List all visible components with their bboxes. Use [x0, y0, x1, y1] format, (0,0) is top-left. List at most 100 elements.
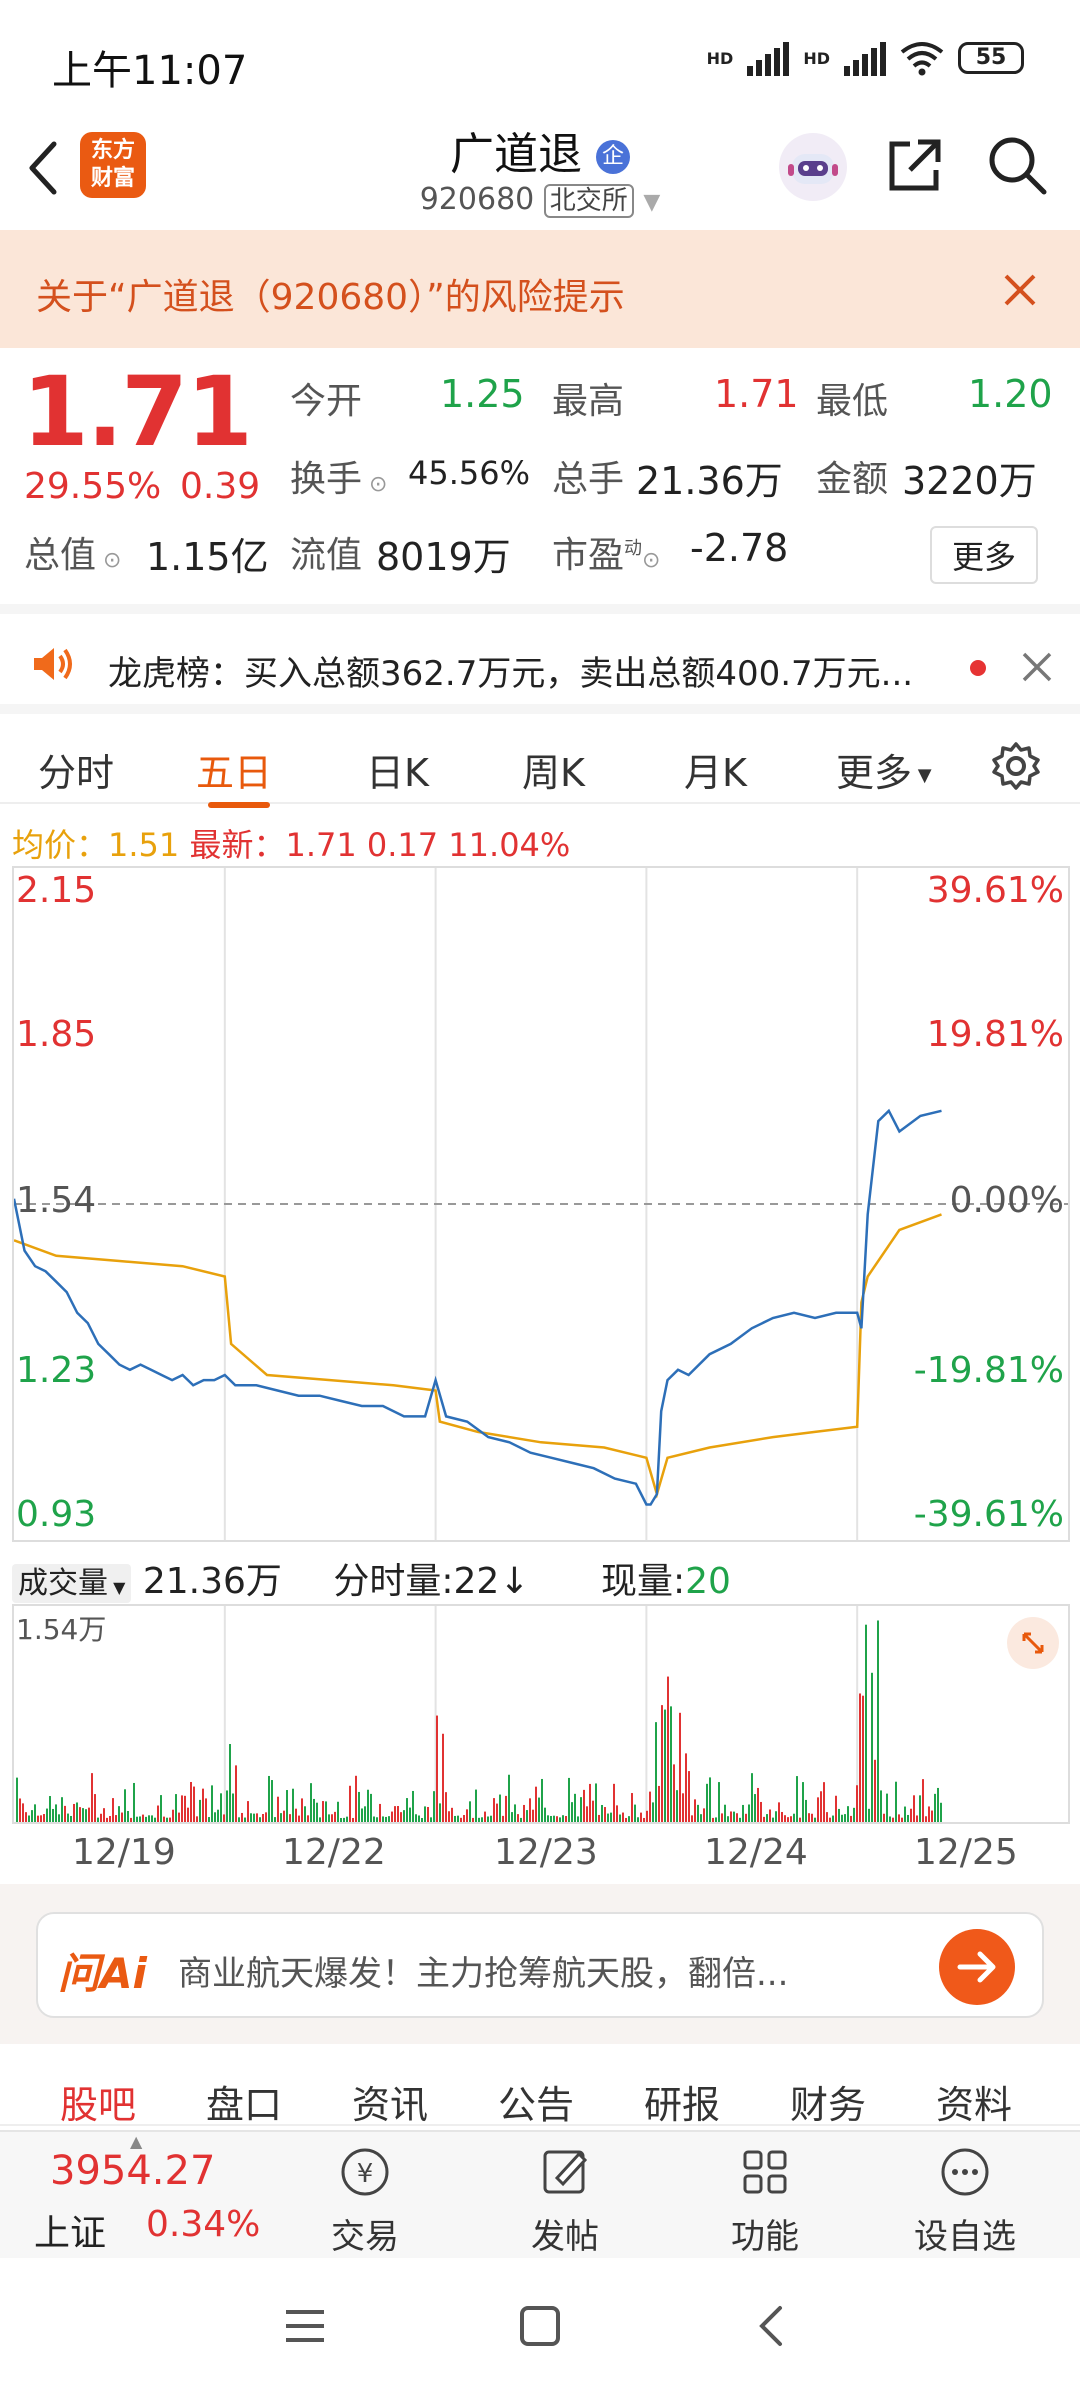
- volume-bar: [838, 1808, 840, 1822]
- tab-daily-k[interactable]: 日K: [366, 742, 429, 797]
- share-icon[interactable]: [884, 134, 946, 196]
- tab-five-day[interactable]: 五日: [196, 742, 272, 797]
- volume-bar: [187, 1807, 189, 1822]
- home-icon[interactable]: [516, 2302, 564, 2350]
- volume-bar: [196, 1816, 198, 1822]
- volume-bar: [790, 1816, 792, 1822]
- volume-bar: [940, 1802, 942, 1822]
- volume-bar: [259, 1817, 261, 1822]
- volume-bar: [136, 1816, 138, 1822]
- volume-bar: [739, 1817, 741, 1822]
- info-icon[interactable]: ⊙: [642, 548, 660, 573]
- volume-bar: [217, 1809, 219, 1822]
- volume-bar: [928, 1806, 930, 1822]
- volume-bar: [487, 1816, 489, 1822]
- tab-weekly-k[interactable]: 周K: [522, 742, 585, 797]
- menu-icon[interactable]: [282, 2306, 328, 2346]
- more-button[interactable]: 更多: [930, 526, 1039, 584]
- info-icon[interactable]: ⊙: [96, 548, 121, 573]
- volume-bar: [568, 1777, 570, 1822]
- latest-change-pct: 11.04%: [448, 826, 571, 864]
- volume-bar: [490, 1815, 492, 1822]
- volume-bar: [625, 1817, 627, 1822]
- subtab-research[interactable]: 研报: [644, 2074, 720, 2129]
- tick-volume-label: 分时量:: [333, 1561, 454, 1602]
- tab-monthly-k[interactable]: 月K: [684, 742, 747, 797]
- change-value: 0.39: [180, 466, 261, 507]
- five-day-price-chart[interactable]: 2.15 1.85 1.54 1.23 0.93 39.61% 19.81% 0…: [12, 866, 1070, 1542]
- volume-bar: [61, 1797, 63, 1822]
- subtab-finance[interactable]: 财务: [790, 2074, 866, 2129]
- volume-total: 21.36万: [142, 1561, 282, 1602]
- last-price: 1.71: [22, 356, 253, 468]
- settings-gear-icon[interactable]: [990, 740, 1042, 792]
- volume-bar: [94, 1794, 96, 1822]
- volume-bar: [427, 1806, 429, 1822]
- wifi-icon: [900, 42, 944, 76]
- volume-bar: [727, 1816, 729, 1822]
- volume-bar: [529, 1798, 531, 1822]
- nav-trade[interactable]: ¥ 交易: [290, 2144, 440, 2258]
- volume-bar: [916, 1815, 918, 1822]
- subtab-guba[interactable]: 股吧: [60, 2074, 136, 2129]
- back-nav-icon[interactable]: [752, 2302, 792, 2350]
- nav-add-watchlist[interactable]: 设自选: [890, 2144, 1040, 2258]
- volume-bar: [673, 1764, 675, 1822]
- subtab-news[interactable]: 资讯: [352, 2074, 428, 2129]
- volume-bar: [550, 1815, 552, 1822]
- pe-dynamic-sup: 动: [624, 538, 643, 559]
- robot-assistant-icon[interactable]: [776, 130, 850, 204]
- volume-bar: [430, 1817, 432, 1822]
- volume-bar: [472, 1817, 474, 1822]
- nav-functions[interactable]: 功能: [690, 2144, 840, 2258]
- volume-bar: [751, 1773, 753, 1822]
- volume-bar: [46, 1808, 48, 1822]
- search-icon[interactable]: [984, 132, 1050, 198]
- volume-bar: [601, 1804, 603, 1822]
- ai-brand-logo: 问Ai: [58, 1949, 147, 1998]
- volume-bar: [319, 1817, 321, 1822]
- volume-bar: [742, 1804, 744, 1822]
- x-tick-label: 12/23: [494, 1832, 598, 1873]
- x-tick-label: 12/24: [704, 1832, 808, 1873]
- volume-bar: [766, 1814, 768, 1822]
- tab-more[interactable]: 更多 ▼: [836, 742, 932, 797]
- info-icon[interactable]: ⊙: [362, 472, 387, 497]
- y-tick-left: 1.23: [16, 1350, 97, 1391]
- y-tick-left: 0.93: [16, 1494, 97, 1535]
- volume-bar: [709, 1777, 711, 1822]
- volume-bar: [553, 1815, 555, 1822]
- dragon-tiger-notice[interactable]: 龙虎榜：买入总额362.7万元，卖出总额400.7万元...: [0, 604, 1080, 704]
- volume-bar: [718, 1782, 720, 1822]
- tab-intraday[interactable]: 分时: [38, 742, 114, 797]
- volume-bar: [670, 1706, 672, 1822]
- volume-bar: [109, 1816, 111, 1822]
- arrow-right-icon[interactable]: [938, 1928, 1016, 2006]
- volume-chart[interactable]: 1.54万: [12, 1604, 1070, 1824]
- volume-bar: [508, 1774, 510, 1822]
- volume-bar: [166, 1817, 168, 1822]
- subtab-announcements[interactable]: 公告: [498, 2074, 574, 2129]
- volume-bar: [592, 1800, 594, 1822]
- subtab-profile[interactable]: 资料: [936, 2074, 1012, 2129]
- risk-warning-bar[interactable]: 关于“广道退（920680）”的风险提示: [0, 230, 1080, 348]
- volume-bar: [565, 1815, 567, 1822]
- volume-bar: [481, 1817, 483, 1822]
- nav-post[interactable]: 发帖: [490, 2144, 640, 2258]
- volume-bar: [454, 1815, 456, 1822]
- volume-bar: [433, 1791, 435, 1822]
- unread-dot: [970, 660, 986, 676]
- subtab-order-book[interactable]: 盘口: [206, 2074, 282, 2129]
- volume-bar: [499, 1794, 501, 1822]
- close-icon[interactable]: [1020, 650, 1054, 684]
- volume-bar: [58, 1814, 60, 1822]
- volume-bar: [541, 1778, 543, 1822]
- volume-bar: [559, 1817, 561, 1822]
- volume-bar: [595, 1783, 597, 1822]
- turnover-value: 45.56%: [408, 454, 531, 492]
- volume-bar: [469, 1801, 471, 1822]
- ai-banner[interactable]: 问Ai 商业航天爆发！主力抢筹航天股，翻倍...: [36, 1912, 1044, 2018]
- close-icon[interactable]: [1000, 270, 1040, 310]
- expand-icon[interactable]: [1006, 1616, 1060, 1670]
- volume-selector[interactable]: 成交量 ▼: [12, 1564, 132, 1603]
